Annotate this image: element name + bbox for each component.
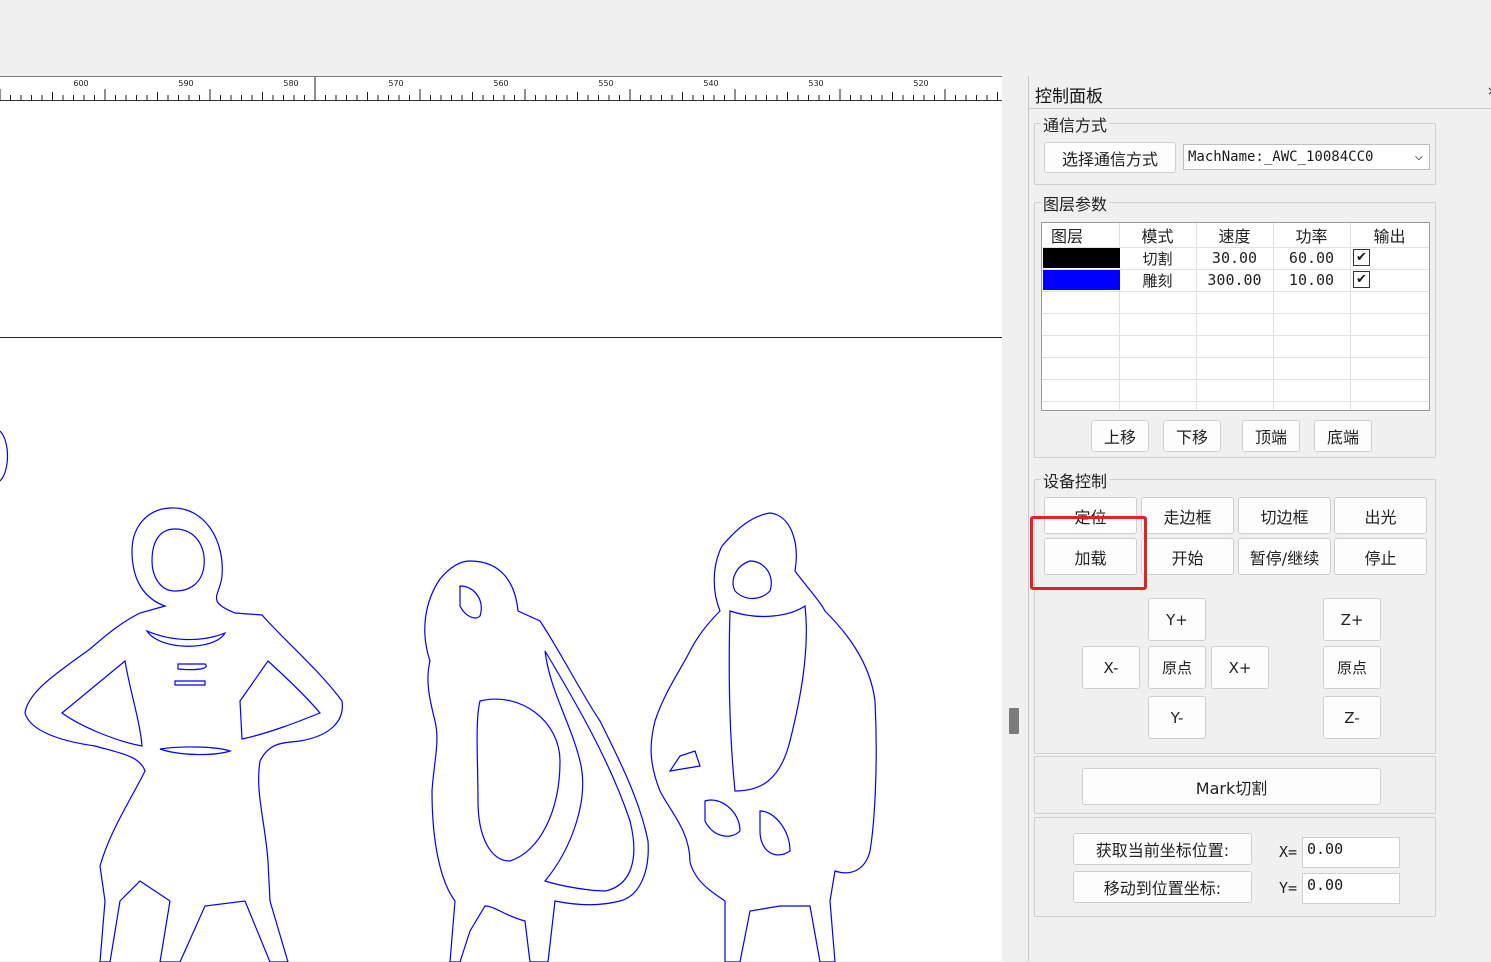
jog-z-minus-button[interactable]: Z- <box>1323 696 1381 739</box>
top-toolbar-area <box>0 0 1491 76</box>
move-up-button[interactable]: 上移 <box>1091 420 1149 452</box>
figure-outline[interactable] <box>424 560 649 962</box>
highlight-box <box>1030 516 1147 590</box>
jog-origin-button[interactable]: 原点 <box>1148 646 1206 689</box>
grid-line <box>1042 313 1429 314</box>
column-header-layer: 图层 <box>1050 227 1083 246</box>
move-top-button[interactable]: 顶端 <box>1242 420 1300 452</box>
layer-table[interactable]: 图层 模式 速度 功率 输出 切割 30.00 60.00 ✔ 雕刻 300.0… <box>1041 222 1430 411</box>
canvas-scroll-gutter <box>1002 76 1028 961</box>
layer-color-swatch[interactable] <box>1043 248 1120 268</box>
select-comm-button[interactable]: 选择通信方式 <box>1044 142 1176 173</box>
move-bottom-button[interactable]: 底端 <box>1314 420 1372 452</box>
get-position-button[interactable]: 获取当前坐标位置: <box>1073 833 1252 865</box>
start-button[interactable]: 开始 <box>1141 538 1234 575</box>
comm-group-title: 通信方式 <box>1041 112 1110 136</box>
column-header-output: 输出 <box>1373 227 1406 246</box>
mark-cut-button[interactable]: Mark切割 <box>1082 768 1381 805</box>
design-canvas[interactable]: 600 590 580 570 560 550 540 530 520 <box>0 76 1002 962</box>
figure-outline[interactable] <box>24 507 343 962</box>
move-to-position-button[interactable]: 移动到位置坐标: <box>1073 871 1252 903</box>
machine-select-dropdown[interactable]: MachName:_AWC_10084CC0 ⌵ <box>1183 144 1430 170</box>
y-coord-label: Y= <box>1279 879 1298 897</box>
layer-group-title: 图层参数 <box>1041 191 1110 215</box>
figure-outline-drawing[interactable] <box>0 77 1002 962</box>
vertical-scrollbar-thumb[interactable] <box>1009 708 1019 734</box>
x-coord-input[interactable]: 0.00 <box>1302 837 1400 868</box>
layer-speed-cell[interactable]: 30.00 <box>1196 247 1273 269</box>
figure-outline[interactable] <box>650 512 877 962</box>
column-header-speed: 速度 <box>1218 227 1251 246</box>
cut-frame-button[interactable]: 切边框 <box>1238 497 1331 534</box>
jog-x-plus-button[interactable]: X+ <box>1211 646 1269 689</box>
layer-output-checkbox[interactable]: ✔ <box>1353 249 1370 266</box>
grid-line <box>1042 291 1429 292</box>
jog-x-minus-button[interactable]: X- <box>1082 646 1140 689</box>
column-header-power: 功率 <box>1295 227 1328 246</box>
jog-y-minus-button[interactable]: Y- <box>1148 696 1206 739</box>
layer-mode-cell[interactable]: 雕刻 <box>1119 269 1196 291</box>
device-group-title: 设备控制 <box>1041 468 1110 492</box>
layer-power-cell[interactable]: 60.00 <box>1273 247 1350 269</box>
jog-y-plus-button[interactable]: Y+ <box>1148 598 1206 641</box>
move-down-button[interactable]: 下移 <box>1163 420 1221 452</box>
chevron-down-icon: ⌵ <box>1414 148 1423 164</box>
grid-line <box>1042 335 1429 336</box>
jog-z-origin-button[interactable]: 原点 <box>1323 646 1381 689</box>
y-coord-input[interactable]: 0.00 <box>1302 873 1400 904</box>
grid-line <box>1042 401 1429 402</box>
layer-mode-cell[interactable]: 切割 <box>1119 247 1196 269</box>
fire-laser-button[interactable]: 出光 <box>1334 497 1427 534</box>
stop-button[interactable]: 停止 <box>1334 538 1427 575</box>
layer-speed-cell[interactable]: 300.00 <box>1196 269 1273 291</box>
pause-resume-button[interactable]: 暂停/继续 <box>1238 538 1331 575</box>
x-coord-label: X= <box>1279 843 1298 861</box>
divider <box>1029 108 1491 109</box>
walk-frame-button[interactable]: 走边框 <box>1141 497 1234 534</box>
column-header-mode: 模式 <box>1141 227 1174 246</box>
grid-line <box>1042 357 1429 358</box>
grid-line <box>1042 379 1429 380</box>
jog-z-plus-button[interactable]: Z+ <box>1323 598 1381 641</box>
grid-line <box>1350 223 1351 410</box>
layer-output-checkbox[interactable]: ✔ <box>1353 271 1370 288</box>
layer-color-swatch[interactable] <box>1043 270 1120 290</box>
layer-power-cell[interactable]: 10.00 <box>1273 269 1350 291</box>
panel-title: 控制面板 <box>1035 87 1103 107</box>
machine-select-value: MachName:_AWC_10084CC0 <box>1188 149 1374 165</box>
close-icon[interactable]: × <box>1487 84 1491 98</box>
